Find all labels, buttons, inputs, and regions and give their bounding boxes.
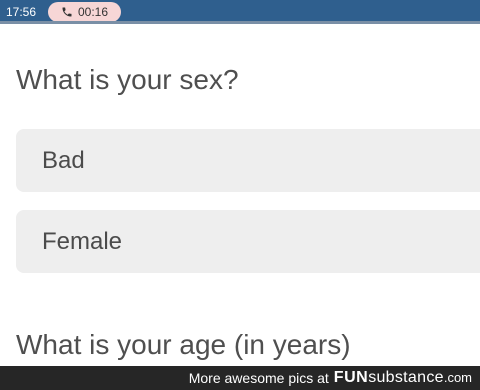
question-age: What is your age (in years) [16, 329, 351, 360]
option-label: Bad [42, 146, 85, 174]
ongoing-call-chip[interactable]: 00:16 [48, 2, 121, 22]
watermark-logo: FUNsubstance.com [334, 369, 472, 387]
status-bar-divider [0, 21, 480, 24]
watermark-brand-com: .com [443, 370, 472, 385]
call-timer: 00:16 [77, 5, 109, 19]
watermark-brand-fun: FUN [333, 369, 369, 386]
option-label: Female [42, 227, 123, 255]
status-time: 17:56 [6, 5, 37, 19]
option-female[interactable]: Female [16, 210, 480, 273]
phone-icon [62, 7, 72, 17]
watermark-brand-substance: substance [368, 369, 444, 386]
watermark-text: More awesome pics at [188, 370, 329, 386]
question-sex: What is your sex? [16, 64, 239, 95]
status-bar: 17:56 00:16 [0, 0, 480, 24]
watermark-banner: More awesome pics at FUNsubstance.com [0, 366, 480, 390]
option-bad[interactable]: Bad [16, 129, 480, 192]
